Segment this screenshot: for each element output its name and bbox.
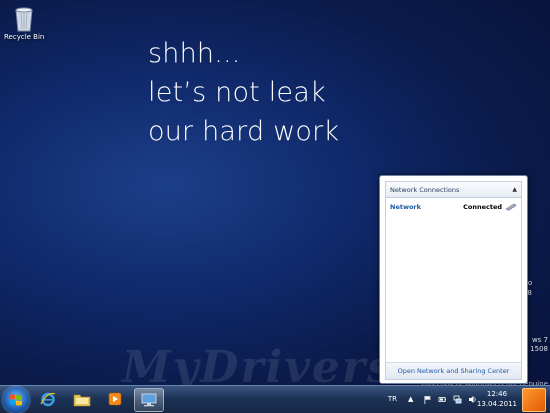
- clock-time: 12:46: [486, 390, 508, 398]
- collapse-caret-icon[interactable]: ▲: [512, 186, 517, 193]
- action-center-flag-icon[interactable]: [423, 395, 432, 404]
- network-adapter-icon: [505, 203, 517, 211]
- folder-icon: [73, 394, 91, 406]
- taskbar-windows-explorer[interactable]: [68, 388, 96, 410]
- taskbar-network-app[interactable]: [134, 388, 164, 412]
- desktop-slogan: shhh... let’s not leak our hard work: [148, 34, 339, 151]
- slogan-line-3: our hard work: [148, 116, 340, 147]
- flyout-footer: Open Network and Sharing Center: [386, 362, 521, 379]
- recycle-bin-icon: [15, 7, 33, 32]
- start-button[interactable]: [3, 387, 29, 413]
- recycle-bin-shortcut[interactable]: Recycle Bin: [4, 4, 44, 41]
- open-network-sharing-center-link[interactable]: Open Network and Sharing Center: [398, 367, 510, 375]
- show-hidden-icons-arrow-icon[interactable]: ▲: [408, 395, 417, 404]
- volume-speaker-icon[interactable]: [468, 395, 477, 404]
- taskbar-media-player[interactable]: [101, 388, 129, 410]
- internet-explorer-icon: [40, 392, 56, 407]
- slogan-line-1: shhh...: [148, 38, 241, 69]
- language-indicator[interactable]: TR: [388, 395, 397, 403]
- network-connections-header[interactable]: Network Connections ▲: [386, 182, 521, 198]
- build-watermark: ws 7 1508: [530, 336, 548, 353]
- power-battery-icon[interactable]: [438, 395, 447, 404]
- media-player-icon: [108, 392, 122, 406]
- taskbar: TR ▲ 12:46 13.04.2011: [0, 385, 550, 413]
- slogan-line-2: let’s not leak: [148, 77, 326, 108]
- network-flyout-body: Network Connections ▲ Network Connected …: [385, 181, 522, 380]
- network-status: Connected: [463, 203, 502, 211]
- network-flyout: Network Connections ▲ Network Connected …: [379, 175, 528, 384]
- network-monitor-icon: [141, 393, 157, 407]
- network-connections-title: Network Connections: [390, 185, 460, 194]
- clock-date: 13.04.2011: [476, 400, 517, 408]
- notification-area: TR ▲: [388, 386, 480, 412]
- recycle-bin-label: Recycle Bin: [4, 33, 45, 41]
- show-desktop-button[interactable]: [522, 388, 546, 412]
- network-item[interactable]: Network Connected: [386, 198, 521, 211]
- network-name: Network: [390, 203, 421, 211]
- network-tray-icon[interactable]: [453, 395, 462, 404]
- windows-logo-icon: [10, 394, 22, 406]
- taskbar-internet-explorer[interactable]: [34, 388, 62, 410]
- system-clock[interactable]: 12:46 13.04.2011: [477, 389, 517, 409]
